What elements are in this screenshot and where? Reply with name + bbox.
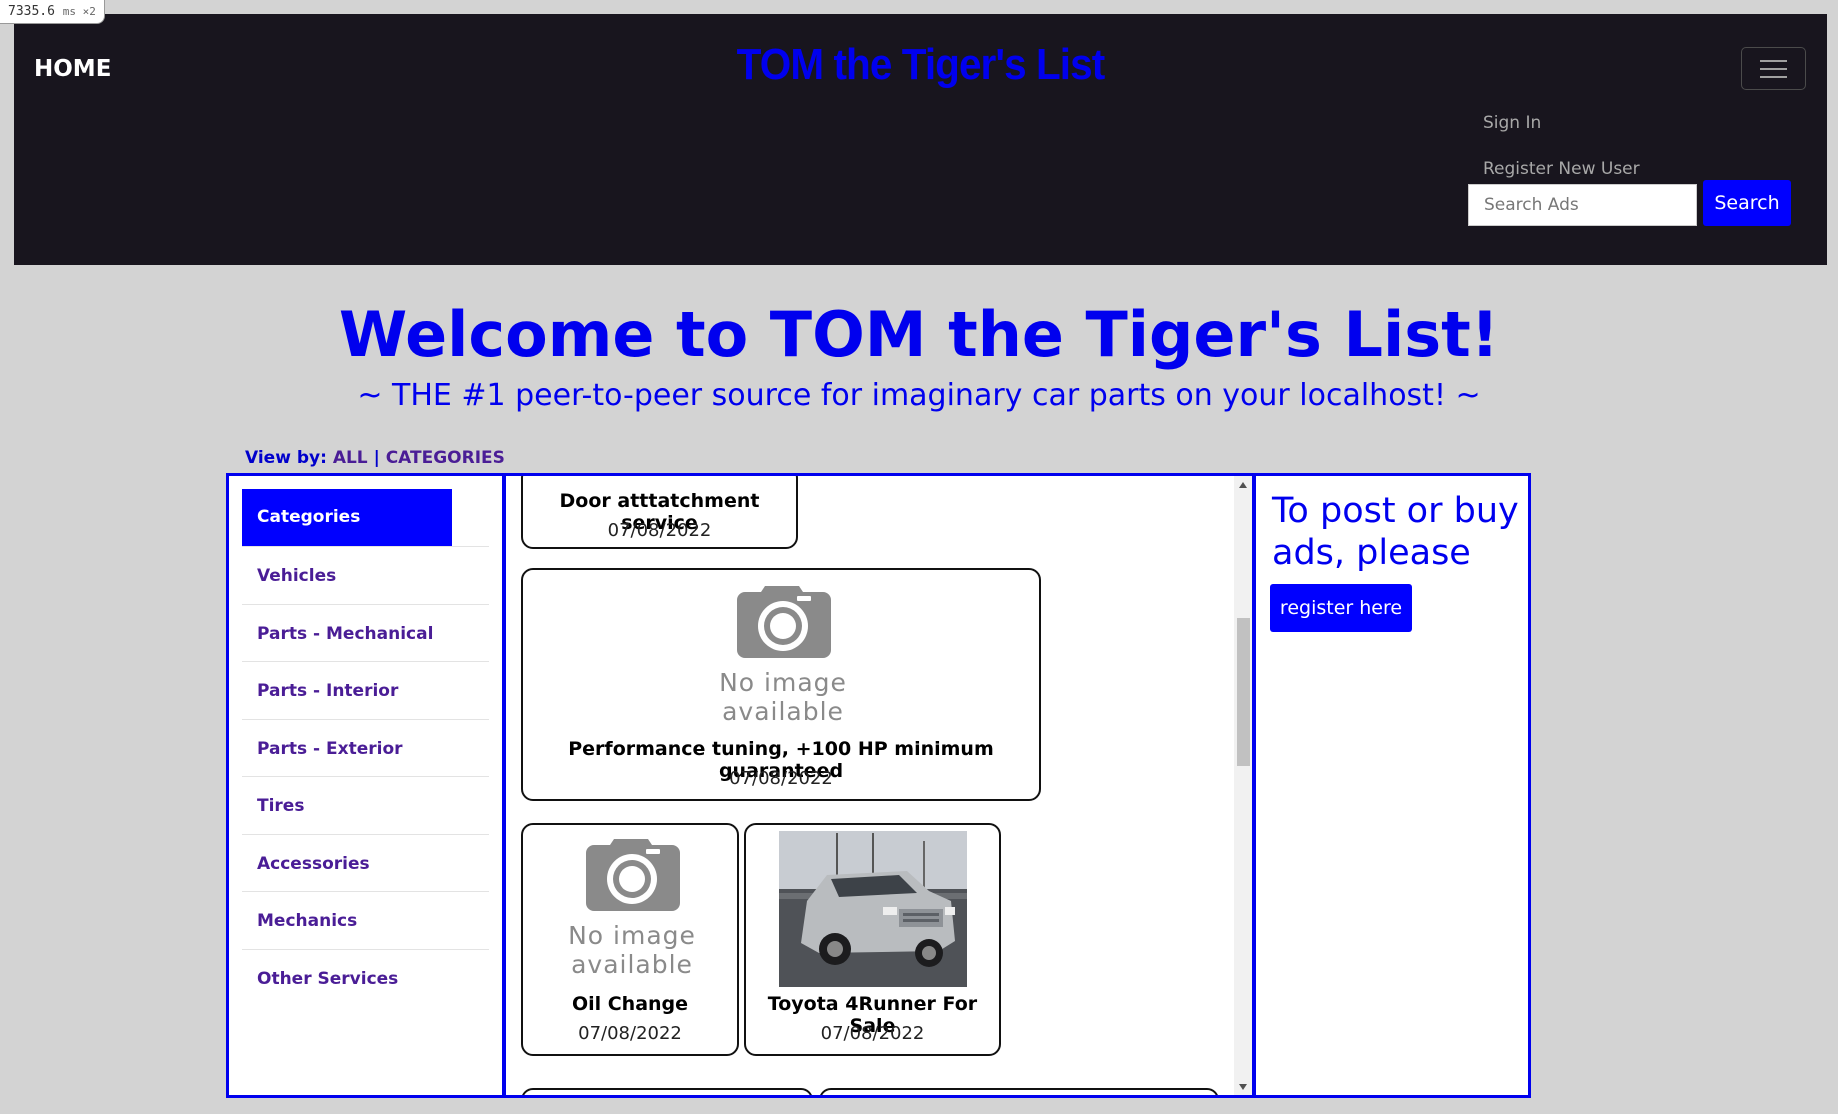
- search-button[interactable]: Search: [1703, 180, 1791, 226]
- suv-image: [779, 831, 967, 987]
- category-accessories[interactable]: Accessories: [242, 834, 489, 891]
- no-image-text-line1: No image: [719, 668, 847, 697]
- category-other-services[interactable]: Other Services: [242, 949, 489, 1006]
- ad-date: 07/08/2022: [820, 1023, 925, 1044]
- menu-toggle-button[interactable]: [1741, 47, 1806, 90]
- ad-date: 07/08/2022: [729, 768, 833, 789]
- ad-date: 07/08/2022: [578, 1023, 682, 1044]
- category-tires[interactable]: Tires: [242, 776, 489, 833]
- ad-card[interactable]: No image available Performance tuning, +…: [521, 568, 1041, 801]
- register-here-button[interactable]: register here: [1270, 584, 1412, 632]
- timing-unit: ms ×2: [62, 5, 96, 18]
- view-by-separator: |: [373, 448, 380, 468]
- page-subtitle: ~ THE #1 peer-to-peer source for imagina…: [357, 378, 1481, 413]
- category-parts-interior[interactable]: Parts - Interior: [242, 661, 489, 718]
- ad-date: 07/08/2022: [607, 520, 712, 541]
- view-by-bar: View by: ALL | CATEGORIES: [245, 448, 505, 468]
- category-parts-mechanical[interactable]: Parts - Mechanical: [242, 604, 489, 661]
- ad-card[interactable]: [819, 1088, 1219, 1095]
- post-prompt: To post or buy ads, please: [1272, 491, 1519, 573]
- car-photo: [779, 831, 967, 987]
- post-panel: To post or buy ads, please register here: [1253, 473, 1531, 1098]
- ad-card[interactable]: [521, 1088, 813, 1095]
- no-image-placeholder: No image available: [552, 835, 712, 981]
- timing-value: 7335.6: [8, 4, 55, 19]
- navbar: HOME TOM the Tiger's List Sign In Regist…: [14, 14, 1827, 265]
- camera-icon: [586, 839, 680, 911]
- view-all-link[interactable]: ALL: [333, 448, 368, 468]
- scroll-down-icon[interactable]: [1239, 1084, 1247, 1090]
- no-image-text-line2: available: [571, 950, 693, 979]
- view-by-label: View by:: [245, 448, 327, 468]
- categories-header[interactable]: Categories: [242, 489, 452, 546]
- search-input[interactable]: [1468, 184, 1697, 226]
- ad-card[interactable]: Toyota 4Runner For Sale 07/08/2022: [744, 823, 1001, 1056]
- ad-title: Oil Change: [571, 993, 689, 1015]
- brand-title[interactable]: TOM the Tiger's List: [87, 40, 1755, 90]
- no-image-text-line2: available: [722, 697, 844, 726]
- register-user-link[interactable]: Register New User: [1483, 159, 1640, 179]
- categories-panel: Categories Vehicles Parts - Mechanical P…: [226, 473, 505, 1098]
- category-vehicles[interactable]: Vehicles: [242, 546, 489, 603]
- view-categories-link[interactable]: CATEGORIES: [386, 448, 505, 468]
- no-image-placeholder: No image available: [703, 582, 863, 728]
- timing-badge: 7335.6 ms ×2: [0, 0, 105, 24]
- ad-card[interactable]: No image available Oil Change 07/08/2022: [521, 823, 739, 1056]
- scroll-up-icon[interactable]: [1239, 482, 1247, 488]
- sign-in-link[interactable]: Sign In: [1483, 113, 1541, 133]
- ads-scrollbar[interactable]: [1234, 476, 1252, 1095]
- page-title: Welcome to TOM the Tiger's List!: [338, 298, 1500, 371]
- category-parts-exterior[interactable]: Parts - Exterior: [242, 719, 489, 776]
- camera-icon: [737, 586, 831, 658]
- category-mechanics[interactable]: Mechanics: [242, 891, 489, 948]
- ad-card[interactable]: Door atttatchment service 07/08/2022: [521, 476, 798, 549]
- no-image-text-line1: No image: [568, 921, 696, 950]
- ads-panel: Door atttatchment service 07/08/2022 No …: [503, 473, 1255, 1098]
- scroll-thumb[interactable]: [1237, 618, 1250, 766]
